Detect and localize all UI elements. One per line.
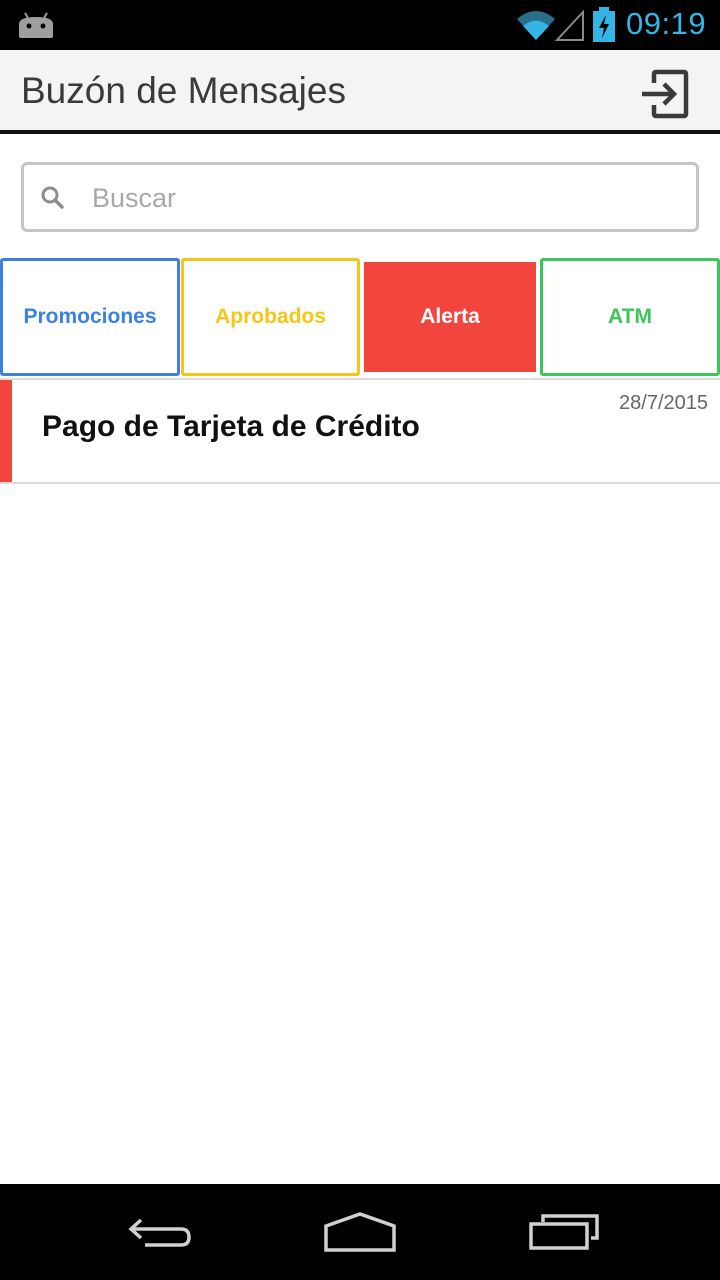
search-input[interactable] [92, 175, 682, 221]
logout-button[interactable] [632, 64, 696, 124]
logout-icon [642, 69, 689, 119]
recents-button[interactable] [518, 1202, 608, 1262]
message-subject: Pago de Tarjeta de Crédito [42, 410, 420, 443]
recents-icon [529, 1214, 599, 1250]
android-icon [19, 12, 53, 38]
back-button[interactable] [115, 1202, 205, 1262]
page-title: Buzón de Mensajes [21, 70, 346, 111]
app-bar: Buzón de Mensajes [0, 50, 720, 134]
navigation-bar [0, 1184, 720, 1280]
status-bar: 09:19 [0, 0, 720, 50]
message-list: Pago de Tarjeta de Crédito 28/7/2015 [0, 378, 720, 484]
status-clock: 09:19 [626, 6, 707, 41]
battery-charging-icon [593, 7, 615, 42]
list-item[interactable]: Pago de Tarjeta de Crédito 28/7/2015 [0, 378, 720, 484]
home-button[interactable] [315, 1202, 405, 1262]
tab-alerta[interactable]: Alerta [364, 262, 536, 372]
search-box[interactable] [21, 162, 699, 232]
category-indicator [0, 380, 12, 482]
tab-atm[interactable]: ATM [540, 258, 720, 376]
signal-icon [555, 9, 584, 41]
back-icon [128, 1218, 191, 1247]
home-icon [324, 1212, 396, 1252]
wifi-icon [517, 11, 555, 40]
tab-aprobados[interactable]: Aprobados [181, 258, 360, 376]
message-date: 28/7/2015 [619, 392, 708, 414]
search-icon [41, 186, 64, 209]
tab-promociones[interactable]: Promociones [0, 258, 180, 376]
